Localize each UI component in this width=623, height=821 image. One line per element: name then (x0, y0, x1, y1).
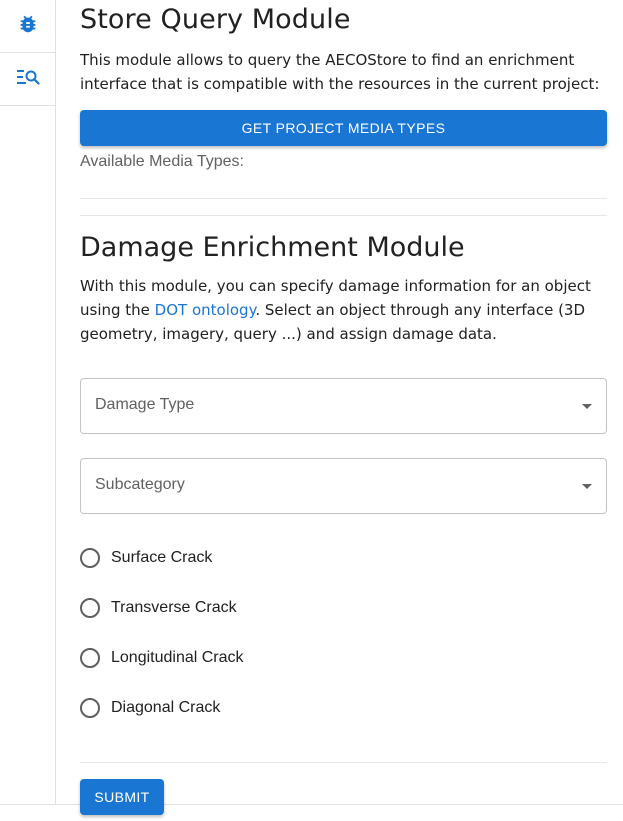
subcategory-placeholder: Subcategory (95, 476, 185, 493)
radio-surface-crack[interactable]: Surface Crack (80, 545, 212, 571)
sidebar-item-bug[interactable] (0, 0, 55, 53)
radio-label: Transverse Crack (111, 599, 237, 616)
radio-button-icon[interactable] (80, 548, 100, 568)
bug-icon (17, 13, 39, 40)
radio-transverse-crack[interactable]: Transverse Crack (80, 595, 237, 621)
store-query-title: Store Query Module (80, 4, 351, 35)
get-project-media-types-button[interactable]: GET PROJECT MEDIA TYPES (80, 110, 607, 146)
damage-enrichment-title: Damage Enrichment Module (80, 232, 465, 263)
damage-type-select[interactable]: Damage Type (80, 378, 607, 434)
available-media-types-label: Available Media Types: (80, 153, 244, 170)
radio-button-icon[interactable] (80, 598, 100, 618)
chevron-down-icon (582, 404, 592, 409)
list-search-icon (16, 66, 40, 93)
radio-longitudinal-crack[interactable]: Longitudinal Crack (80, 645, 244, 671)
radio-label: Longitudinal Crack (111, 649, 244, 666)
chevron-down-icon (582, 484, 592, 489)
divider (80, 215, 607, 216)
subcategory-select[interactable]: Subcategory (80, 458, 607, 514)
radio-label: Surface Crack (111, 549, 213, 566)
sidebar-rail (0, 0, 56, 804)
damage-type-placeholder: Damage Type (95, 396, 195, 413)
radio-button-icon[interactable] (80, 698, 100, 718)
radio-label: Diagonal Crack (111, 699, 221, 716)
dot-ontology-link[interactable]: DOT ontology (155, 301, 256, 319)
radio-diagonal-crack[interactable]: Diagonal Crack (80, 695, 220, 721)
radio-button-icon[interactable] (80, 648, 100, 668)
damage-enrichment-description: With this module, you can specify damage… (80, 274, 607, 346)
divider (80, 762, 607, 763)
store-query-description: This module allows to query the AECOStor… (80, 51, 600, 93)
submit-button[interactable]: SUBMIT (80, 779, 164, 815)
divider (80, 198, 607, 199)
sidebar-item-store-query[interactable] (0, 53, 55, 106)
